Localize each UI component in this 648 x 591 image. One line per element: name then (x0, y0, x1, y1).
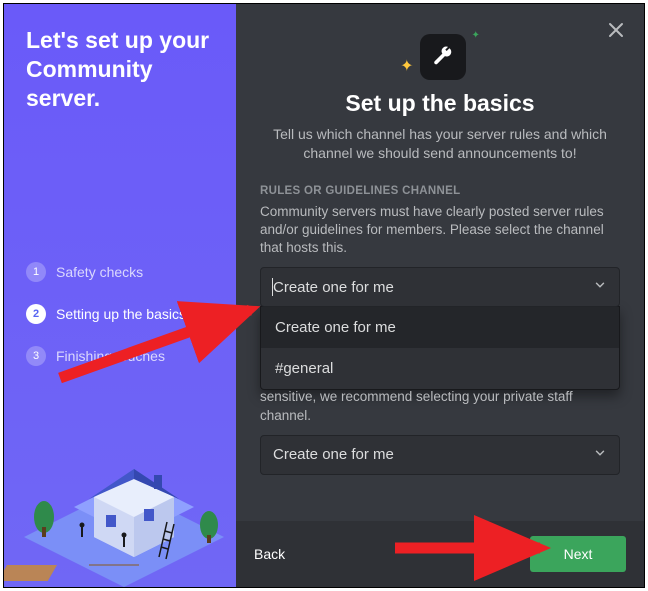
content-area: ✦ ✦ Set up the basics Tell us which chan… (236, 4, 644, 521)
section-description: Community servers must have clearly post… (260, 203, 620, 258)
step-label: Safety checks (56, 264, 143, 280)
step-number: 3 (26, 346, 46, 366)
page-subtitle: Tell us which channel has your server ru… (270, 125, 610, 163)
header-icon-row: ✦ ✦ (260, 34, 620, 80)
chevron-down-icon (593, 446, 607, 464)
step-label: Finishing touches (56, 348, 165, 364)
select-value: Create one for me (273, 446, 394, 463)
community-setup-modal: Let's set up your Community server. 1 Sa… (3, 3, 645, 588)
wizard-footer: Back Next (236, 521, 644, 587)
step-label: Setting up the basics (56, 306, 186, 322)
sidebar-title: Let's set up your Community server. (26, 26, 214, 112)
sparkle-icon: ✦ (400, 56, 413, 76)
updates-channel-select[interactable]: Create one for me (260, 435, 620, 475)
chevron-down-icon (593, 278, 607, 296)
next-button[interactable]: Next (530, 536, 626, 572)
step-finishing-touches[interactable]: 3 Finishing touches (26, 346, 214, 366)
wizard-main: ✦ ✦ Set up the basics Tell us which chan… (236, 4, 644, 587)
wrench-app-icon (420, 34, 466, 80)
page-title: Set up the basics (260, 90, 620, 117)
sparkle-icon: ✦ (472, 30, 480, 41)
village-illustration (4, 397, 236, 587)
rules-channel-dropdown: Create one for me #general (260, 306, 620, 390)
section-label: RULES OR GUIDELINES CHANNEL (260, 185, 620, 197)
rules-channel-section: RULES OR GUIDELINES CHANNEL Community se… (260, 185, 620, 391)
dropdown-option-general[interactable]: #general (261, 348, 619, 389)
wizard-steps: 1 Safety checks 2 Setting up the basics … (26, 262, 214, 366)
back-button[interactable]: Back (254, 546, 285, 562)
wrench-icon (432, 46, 454, 68)
section-description: sensitive, we recommend selecting your p… (260, 388, 620, 424)
rules-channel-select[interactable]: Create one for me (260, 267, 620, 307)
step-number: 2 (26, 304, 46, 324)
step-setting-up-basics[interactable]: 2 Setting up the basics (26, 304, 214, 324)
select-value: Create one for me (273, 279, 394, 296)
step-safety-checks[interactable]: 1 Safety checks (26, 262, 214, 282)
step-number: 1 (26, 262, 46, 282)
updates-channel-section: sensitive, we recommend selecting your p… (260, 388, 620, 474)
wizard-sidebar: Let's set up your Community server. 1 Sa… (4, 4, 236, 587)
dropdown-option-create[interactable]: Create one for me (261, 307, 619, 348)
text-cursor (272, 278, 273, 296)
